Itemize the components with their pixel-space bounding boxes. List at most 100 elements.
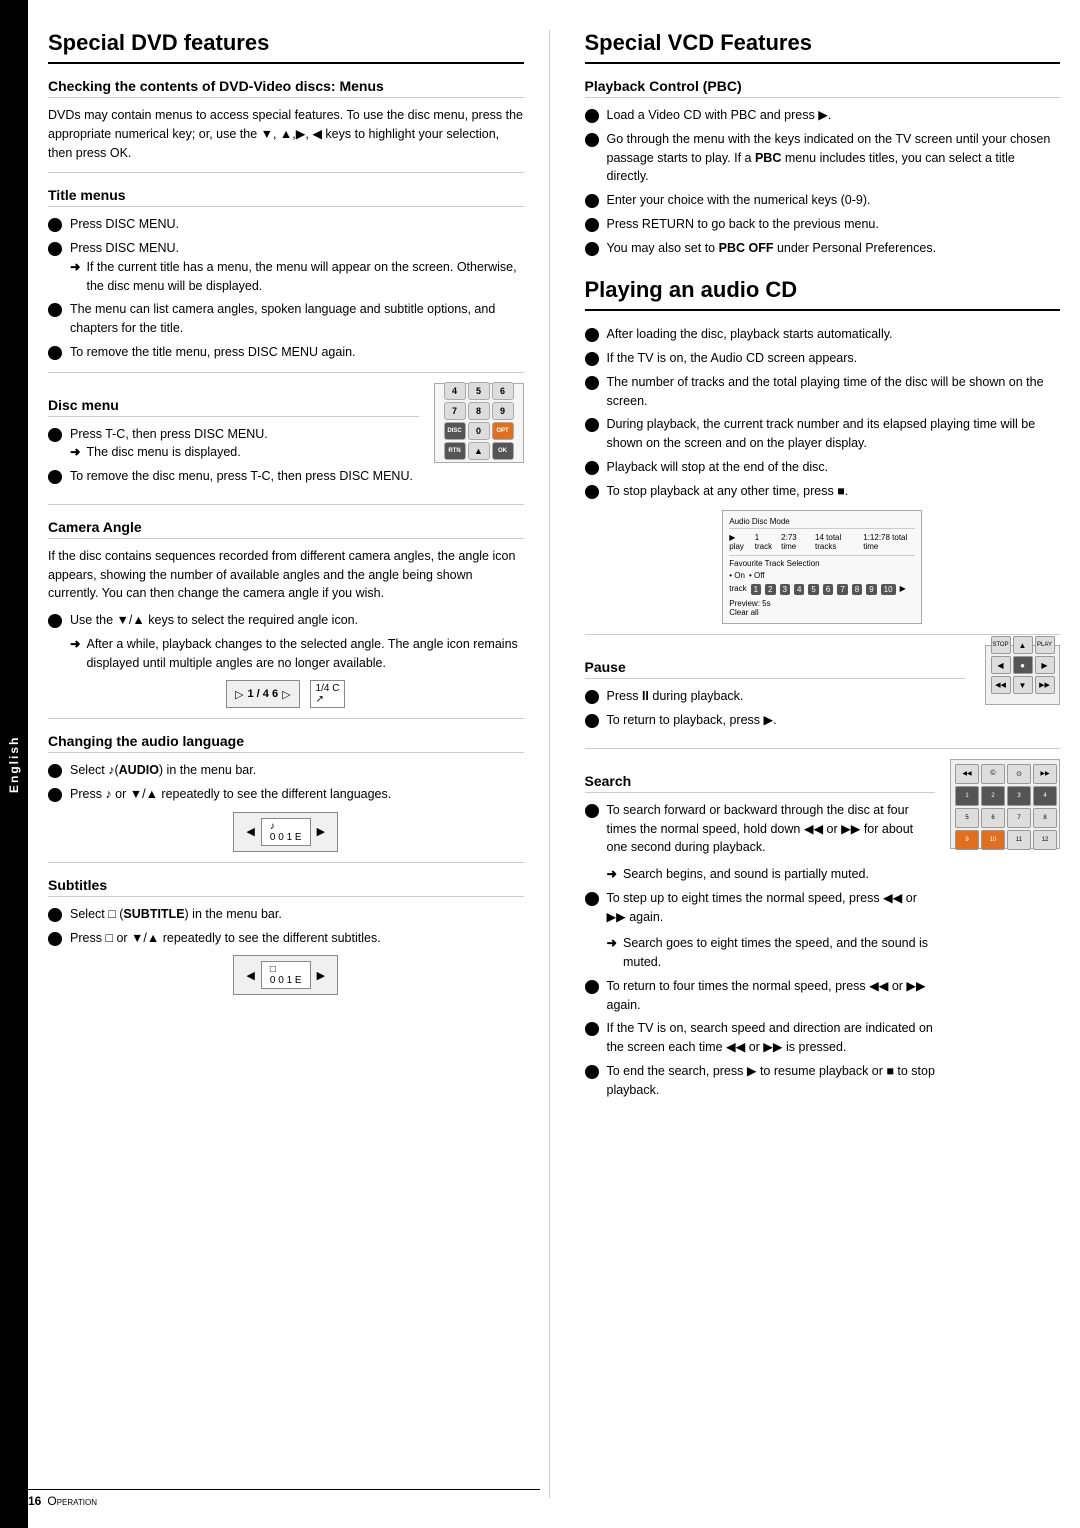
subtitle-box: ◀ □0 0 1 E ▶ xyxy=(233,955,338,995)
subtitle-right-arrow: ▶ xyxy=(317,969,325,982)
arrow-text: If the current title has a menu, the men… xyxy=(86,258,523,296)
bullet-icon xyxy=(48,932,62,946)
rkey-fwd: ▶▶ xyxy=(1035,676,1055,694)
list-item: After loading the disc, playback starts … xyxy=(585,325,1061,344)
item-text: To remove the title menu, press DISC MEN… xyxy=(70,343,356,362)
item-text: To stop playback at any other time, pres… xyxy=(607,482,849,501)
item-text: Enter your choice with the numerical key… xyxy=(607,191,871,210)
remote-control-image: STOP ▲ PLAY ◀ ● ▶ ◀◀ ▼ ▶▶ xyxy=(985,645,1060,705)
arrow-text: Search begins, and sound is partially mu… xyxy=(623,865,869,884)
item-text: Playback will stop at the end of the dis… xyxy=(607,458,829,477)
list-item: To search forward or backward through th… xyxy=(585,801,936,857)
operation-label: Operation xyxy=(47,1494,97,1508)
camera-box1: ▷ 1 / 4 6 ▷ xyxy=(226,680,300,708)
audio-cd-display: Audio Disc Mode ▶ play 1 track 2:73 time… xyxy=(722,510,922,624)
search-heading: Search xyxy=(585,773,936,793)
subtitles-section: Subtitles Select □ (SUBTITLE) in the men… xyxy=(48,877,524,996)
list-item: To return to four times the normal speed… xyxy=(585,977,936,1015)
bullet-icon xyxy=(48,303,62,317)
audio-right-arrow: ▶ xyxy=(317,825,325,838)
disc-menu-section: Disc menu Press T-C, then press DISC MEN… xyxy=(48,383,524,494)
list-item: To remove the disc menu, press T-C, then… xyxy=(48,467,419,486)
key-8: 8 xyxy=(468,402,490,420)
search-content: Search To search forward or backward thr… xyxy=(585,759,936,1108)
audio-track-label: ♪0 0 1 E xyxy=(261,818,311,846)
arrow-item: ➜ The disc menu is displayed. xyxy=(70,443,419,462)
language-tab: English xyxy=(0,0,28,1528)
list-item: Press II during playback. xyxy=(585,687,966,706)
item-text: The menu can list camera angles, spoken … xyxy=(70,300,524,338)
bullet-icon xyxy=(585,242,599,256)
rkey-play: PLAY xyxy=(1035,636,1055,654)
footer: 16 Operation xyxy=(28,1489,540,1508)
item-text: The number of tracks and the total playi… xyxy=(607,373,1061,411)
badge-text: 1/4 C xyxy=(316,683,340,694)
divider7 xyxy=(585,748,1061,749)
audio-cd-title: Playing an audio CD xyxy=(585,277,1061,311)
rkey-down: ▼ xyxy=(1013,676,1033,694)
rkey-left: ◀ xyxy=(991,656,1011,674)
bullet-icon xyxy=(48,218,62,232)
item-text: To end the search, press ▶ to resume pla… xyxy=(607,1062,936,1100)
list-item: Select □ (SUBTITLE) in the menu bar. xyxy=(48,905,524,924)
cd-track: 1 track xyxy=(755,533,775,551)
track-2: 2 xyxy=(765,584,775,595)
arrow-icon: ➜ xyxy=(607,865,617,884)
cd-off: • Off xyxy=(749,571,765,580)
cd-total-tracks: 14 total tracks xyxy=(815,533,857,551)
divider3 xyxy=(48,504,524,505)
page-container: English Special DVD features Checking th… xyxy=(0,0,1080,1528)
arrow-item-search1: ➜ Search begins, and sound is partially … xyxy=(607,865,936,884)
list-item: If the TV is on, search speed and direct… xyxy=(585,1019,936,1057)
track-more: ▶ xyxy=(900,584,906,595)
bullet-icon xyxy=(585,690,599,704)
select-label2: Select xyxy=(70,907,105,921)
bullet-icon xyxy=(585,461,599,475)
skey-9: 9 xyxy=(955,830,979,850)
bullet-icon xyxy=(585,109,599,123)
cd-total-time: 1:12:78 total time xyxy=(863,533,915,551)
title-menus-heading: Title menus xyxy=(48,187,524,207)
camera-angle-list: Use the ▼/▲ keys to select the required … xyxy=(48,611,524,672)
select-label: Select xyxy=(70,763,105,777)
skey-12: 12 xyxy=(1033,830,1057,850)
keypad-grid: 4 5 6 7 8 9 DISC 0 OPT RTN ▲ OK xyxy=(444,382,514,460)
rkey-center: ● xyxy=(1013,656,1033,674)
left-column: Special DVD features Checking the conten… xyxy=(48,30,550,1498)
play-arrow2: ▷ xyxy=(282,688,290,701)
item-text: Press DISC MENU. xyxy=(70,215,179,234)
arrow-text: Search goes to eight times the speed, an… xyxy=(623,934,935,972)
key-disc: DISC xyxy=(444,422,466,440)
key-0: 0 xyxy=(468,422,490,440)
rkey-right: ▶ xyxy=(1035,656,1055,674)
list-item: During playback, the current track numbe… xyxy=(585,415,1061,453)
cd-display-header: Audio Disc Mode xyxy=(729,517,915,529)
bullet-icon xyxy=(585,1065,599,1079)
title-menus-list: Press DISC MENU. Press DISC MENU. ➜ If t… xyxy=(48,215,524,361)
skey-11: 11 xyxy=(1007,830,1031,850)
search-list: To search forward or backward through th… xyxy=(585,801,936,857)
page-number: 16 xyxy=(28,1494,41,1508)
bullet-icon xyxy=(585,218,599,232)
skey-3: 3 xyxy=(1007,786,1031,806)
cam-label: 1 / 4 6 xyxy=(248,688,279,700)
list-item: To remove the title menu, press DISC MEN… xyxy=(48,343,524,362)
arrow-icon: ➜ xyxy=(607,934,617,953)
camera-badge: 1/4 C ↗ xyxy=(310,680,346,708)
cd-preview-label: Preview: 5s xyxy=(729,599,915,608)
cd-on-off-row: • On • Off xyxy=(729,571,915,580)
subtitle-track-text: □0 0 1 E xyxy=(270,964,302,986)
track-10: 10 xyxy=(881,584,896,595)
badge-icon: ↗ xyxy=(316,694,324,705)
list-item: To step up to eight times the normal spe… xyxy=(585,889,936,927)
cd-info-row: ▶ play 1 track 2:73 time 14 total tracks… xyxy=(729,533,915,551)
item-text: Use the ▼/▲ keys to select the required … xyxy=(70,611,358,630)
track-7: 7 xyxy=(837,584,847,595)
track-1: 1 xyxy=(751,584,761,595)
content-area: Special DVD features Checking the conten… xyxy=(28,0,1080,1528)
item-text: To remove the disc menu, press T-C, then… xyxy=(70,467,413,486)
bullet-icon xyxy=(48,788,62,802)
item-text: If the TV is on, the Audio CD screen app… xyxy=(607,349,858,368)
item-text: Load a Video CD with PBC and press ▶. xyxy=(607,106,832,125)
list-item: The menu can list camera angles, spoken … xyxy=(48,300,524,338)
